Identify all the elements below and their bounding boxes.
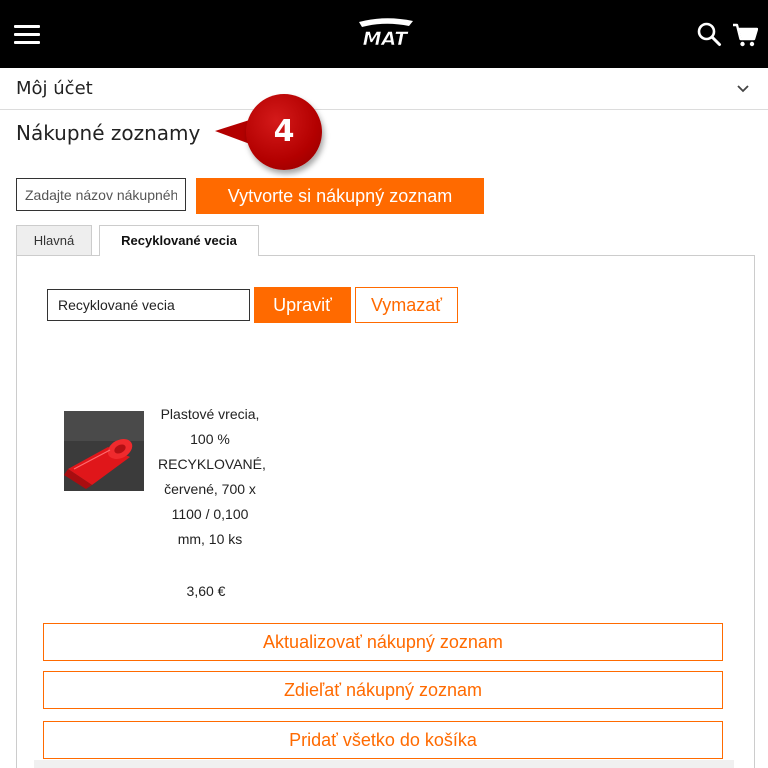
callout-badge: 4 <box>246 94 322 170</box>
tab-main[interactable]: Hlavná <box>16 225 92 255</box>
delete-list-button[interactable]: Vymazať <box>355 287 458 323</box>
list-name-input[interactable] <box>47 289 250 321</box>
tab-recycled-items[interactable]: Recyklované vecia <box>99 225 259 256</box>
bottom-divider <box>34 760 734 768</box>
shopping-cart-icon[interactable] <box>732 20 758 48</box>
red-plastic-bags-roll-image <box>64 411 144 491</box>
page-title: Nákupné zoznamy <box>16 121 201 145</box>
edit-list-button[interactable]: Upraviť <box>254 287 351 323</box>
search-icon[interactable] <box>696 21 722 47</box>
new-list-name-input[interactable] <box>16 178 186 211</box>
product-price: 3,60 € <box>186 583 226 599</box>
my-account-accordion[interactable]: Môj účet <box>0 68 768 110</box>
product-name[interactable]: Plastové vrecia, 100 % RECYKLOVANÉ, červ… <box>158 402 266 552</box>
product-thumbnail[interactable] <box>64 411 144 491</box>
brand-logo[interactable]: MAT <box>353 16 417 50</box>
create-list-button[interactable]: Vytvorte si nákupný zoznam <box>196 178 484 214</box>
hamburger-menu-icon[interactable] <box>14 22 42 46</box>
share-list-button[interactable]: Zdieľať nákupný zoznam <box>43 671 723 709</box>
add-all-to-cart-button[interactable]: Pridať všetko do košíka <box>43 721 723 759</box>
my-account-label: Môj účet <box>16 78 93 99</box>
callout-number: 4 <box>273 114 295 149</box>
top-header-bar: MAT <box>0 0 768 68</box>
update-list-button[interactable]: Aktualizovať nákupný zoznam <box>43 623 723 661</box>
chevron-down-icon[interactable] <box>735 80 751 96</box>
brand-logo-text: MAT <box>363 28 410 50</box>
